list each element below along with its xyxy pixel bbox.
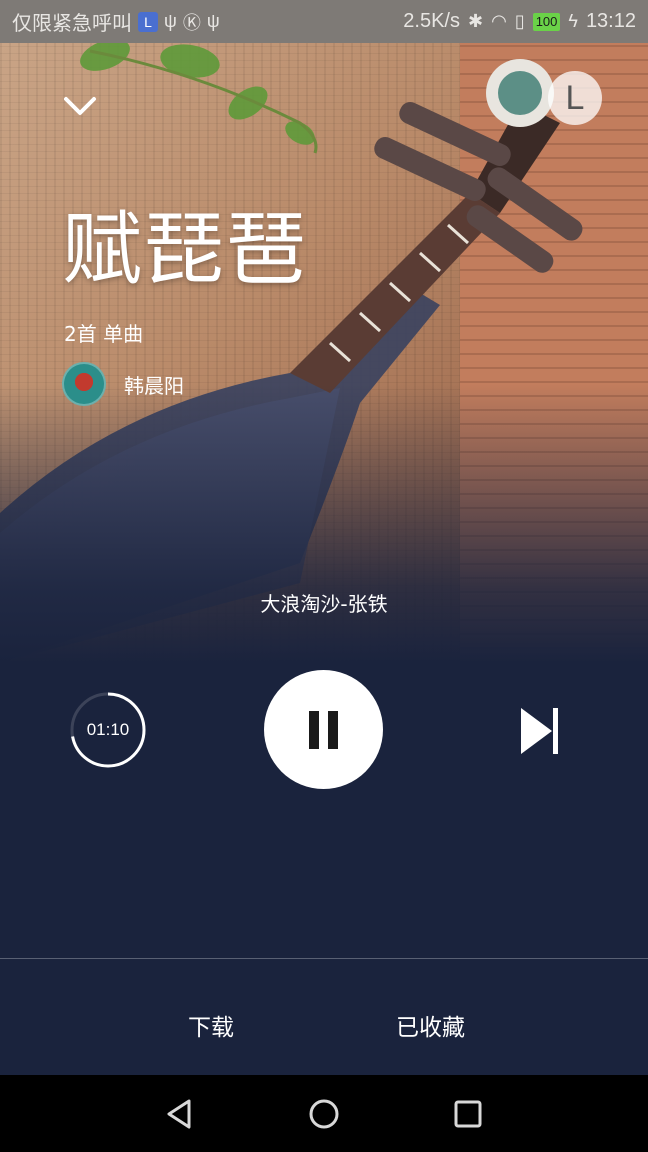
profile-avatar[interactable]: L (548, 71, 602, 125)
sleep-timer[interactable]: 01:10 (69, 691, 147, 769)
next-track-button[interactable] (518, 706, 562, 756)
nav-home-button[interactable] (307, 1097, 341, 1131)
clock: 13:12 (585, 10, 636, 32)
album-title: 赋琵琶 (62, 203, 308, 296)
pause-button[interactable] (264, 670, 383, 789)
artist-avatar (62, 362, 106, 406)
download-button[interactable]: 下载 (188, 1008, 234, 1042)
pause-bar-left (309, 711, 319, 749)
sim-alert-icon: ▯ (514, 11, 525, 31)
timer-label: 01:10 (86, 720, 130, 739)
album-cover-art: L (0, 43, 648, 663)
collected-button[interactable]: 已收藏 (396, 1008, 465, 1042)
usb-icon: ψ (164, 11, 177, 31)
collapse-button[interactable] (60, 91, 100, 121)
player-controls: 01:10 (0, 660, 648, 800)
k-circle-icon: Ⓚ (182, 12, 201, 33)
bluetooth-icon: ✱ (467, 11, 484, 31)
now-playing-track: 大浪淘沙-张铁 (260, 592, 388, 616)
recents-square-icon (454, 1100, 482, 1128)
system-nav-bar (0, 1075, 648, 1152)
carrier-text: 仅限紧急呼叫 (12, 13, 132, 35)
divider (0, 958, 648, 959)
artist-name: 韩晨阳 (124, 373, 184, 398)
status-bar: 仅限紧急呼叫 L ψ Ⓚ ψ 2.5K/s ✱ ◠ ▯ 100 ϟ 13:12 (0, 0, 648, 43)
network-speed: 2.5K/s (403, 10, 460, 32)
usb-icon: ψ (206, 11, 220, 31)
pause-bar-right (328, 711, 338, 749)
skip-next-icon (521, 708, 558, 754)
battery-indicator: 100 (532, 12, 561, 31)
nav-recents-button[interactable] (451, 1097, 485, 1131)
status-right: 2.5K/s ✱ ◠ ▯ 100 ϟ 13:12 (403, 10, 636, 33)
nav-back-button[interactable] (163, 1097, 197, 1131)
chevron-down-icon (64, 97, 96, 115)
hero-gradient-overlay (0, 43, 648, 663)
back-triangle-icon (167, 1099, 191, 1129)
artist-row[interactable]: 韩晨阳 (62, 362, 184, 406)
wifi-icon: ◠ (491, 11, 507, 31)
album-meta: 2首 单曲 (64, 322, 144, 346)
charging-icon: ϟ (568, 11, 578, 31)
notification-badge: L (138, 11, 158, 32)
status-left: 仅限紧急呼叫 L ψ Ⓚ ψ (12, 7, 220, 36)
home-circle-icon (309, 1099, 339, 1129)
